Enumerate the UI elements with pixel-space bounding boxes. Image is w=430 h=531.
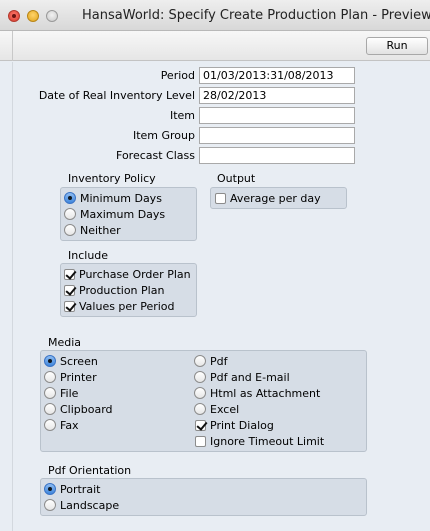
option-label: Pdf and E-mail (210, 371, 290, 384)
option-label: Clipboard (60, 403, 113, 416)
item-group-field[interactable] (199, 127, 355, 144)
checkbox-checked-icon (64, 301, 75, 312)
file-radio[interactable]: File (44, 386, 78, 401)
checkbox-checked-icon (195, 420, 206, 431)
radio-unselected-icon (194, 387, 206, 399)
option-label: File (60, 387, 79, 400)
inventory-policy-label: Inventory Policy (68, 172, 156, 185)
radio-selected-icon (44, 355, 56, 367)
radio-selected-icon (44, 483, 56, 495)
date-real-inventory-field[interactable]: 28/02/2013 (199, 87, 355, 104)
pdf-radio[interactable]: Pdf (194, 354, 228, 369)
checkbox-unchecked-icon (215, 193, 226, 204)
pdf-orientation-label: Pdf Orientation (48, 464, 132, 477)
toolbar: Run (0, 31, 430, 61)
inventory-policy-group: Minimum Days Maximum Days Neither (60, 187, 197, 241)
period-field[interactable]: 01/03/2013:31/08/2013 (199, 67, 355, 84)
radio-unselected-icon (194, 355, 206, 367)
screen-radio[interactable]: Screen (44, 354, 98, 369)
option-label: Minimum Days (80, 192, 162, 205)
radio-selected-icon (64, 192, 76, 204)
option-label: Fax (60, 419, 79, 432)
html-attachment-radio[interactable]: Html as Attachment (194, 386, 320, 401)
excel-radio[interactable]: Excel (194, 402, 239, 417)
checkbox-checked-icon (64, 285, 75, 296)
clipboard-radio[interactable]: Clipboard (44, 402, 113, 417)
option-label: Portrait (60, 483, 101, 496)
option-label: Landscape (60, 499, 120, 512)
specification-form: Period 01/03/2013:31/08/2013 Date of Rea… (0, 62, 430, 531)
option-label: Average per day (230, 192, 321, 205)
checkbox-checked-icon (64, 269, 75, 280)
radio-unselected-icon (64, 224, 76, 236)
item-group-label: Item Group (132, 129, 195, 142)
option-label: Excel (210, 403, 240, 416)
radio-unselected-icon (64, 208, 76, 220)
option-label: Purchase Order Plan (79, 268, 191, 281)
media-label: Media (48, 336, 82, 349)
run-button[interactable]: Run (366, 37, 428, 55)
option-label: Production Plan (79, 284, 165, 297)
print-dialog-checkbox[interactable]: Print Dialog (195, 418, 274, 433)
fax-radio[interactable]: Fax (44, 418, 79, 433)
ignore-timeout-checkbox[interactable]: Ignore Timeout Limit (195, 434, 324, 449)
option-label: Ignore Timeout Limit (210, 435, 325, 448)
forecast-class-field[interactable] (199, 147, 355, 164)
option-label: Maximum Days (80, 208, 166, 221)
media-group: Screen Printer File Clipboard Fax Pdf Pd… (40, 350, 367, 452)
values-per-period-checkbox[interactable]: Values per Period (64, 299, 175, 314)
option-label: Screen (60, 355, 98, 368)
radio-unselected-icon (44, 499, 56, 511)
include-label: Include (68, 249, 109, 262)
radio-unselected-icon (44, 419, 56, 431)
zoom-window-icon[interactable] (46, 10, 58, 22)
checkbox-unchecked-icon (195, 436, 206, 447)
output-label: Output (217, 172, 256, 185)
title-bar[interactable]: HansaWorld: Specify Create Production Pl… (0, 0, 430, 31)
maximum-days-radio[interactable]: Maximum Days (64, 207, 165, 222)
average-per-day-checkbox[interactable]: Average per day (215, 191, 321, 206)
neither-radio[interactable]: Neither (64, 223, 121, 238)
forecast-class-label: Forecast Class (116, 149, 195, 162)
radio-unselected-icon (44, 371, 56, 383)
toolbar-divider (12, 31, 13, 61)
close-window-icon[interactable] (8, 10, 20, 22)
option-label: Neither (80, 224, 121, 237)
include-group: Purchase Order Plan Production Plan Valu… (60, 263, 197, 317)
radio-unselected-icon (194, 371, 206, 383)
landscape-radio[interactable]: Landscape (44, 498, 119, 513)
portrait-radio[interactable]: Portrait (44, 482, 100, 497)
item-field[interactable] (199, 107, 355, 124)
option-label: Html as Attachment (210, 387, 321, 400)
pdf-and-email-radio[interactable]: Pdf and E-mail (194, 370, 290, 385)
option-label: Pdf (210, 355, 228, 368)
window-title: HansaWorld: Specify Create Production Pl… (82, 8, 430, 23)
option-label: Printer (60, 371, 97, 384)
item-label: Item (169, 109, 195, 122)
printer-radio[interactable]: Printer (44, 370, 97, 385)
production-plan-checkbox[interactable]: Production Plan (64, 283, 164, 298)
period-label: Period (160, 69, 195, 82)
radio-unselected-icon (44, 387, 56, 399)
date-real-inventory-label: Date of Real Inventory Level (38, 89, 195, 102)
option-label: Print Dialog (210, 419, 274, 432)
option-label: Values per Period (79, 300, 175, 313)
radio-unselected-icon (194, 403, 206, 415)
app-window: HansaWorld: Specify Create Production Pl… (0, 0, 430, 531)
pdf-orientation-group: Portrait Landscape (40, 478, 367, 516)
minimize-window-icon[interactable] (27, 10, 39, 22)
radio-unselected-icon (44, 403, 56, 415)
minimum-days-radio[interactable]: Minimum Days (64, 191, 162, 206)
purchase-order-plan-checkbox[interactable]: Purchase Order Plan (64, 267, 191, 282)
output-group: Average per day (210, 187, 347, 209)
